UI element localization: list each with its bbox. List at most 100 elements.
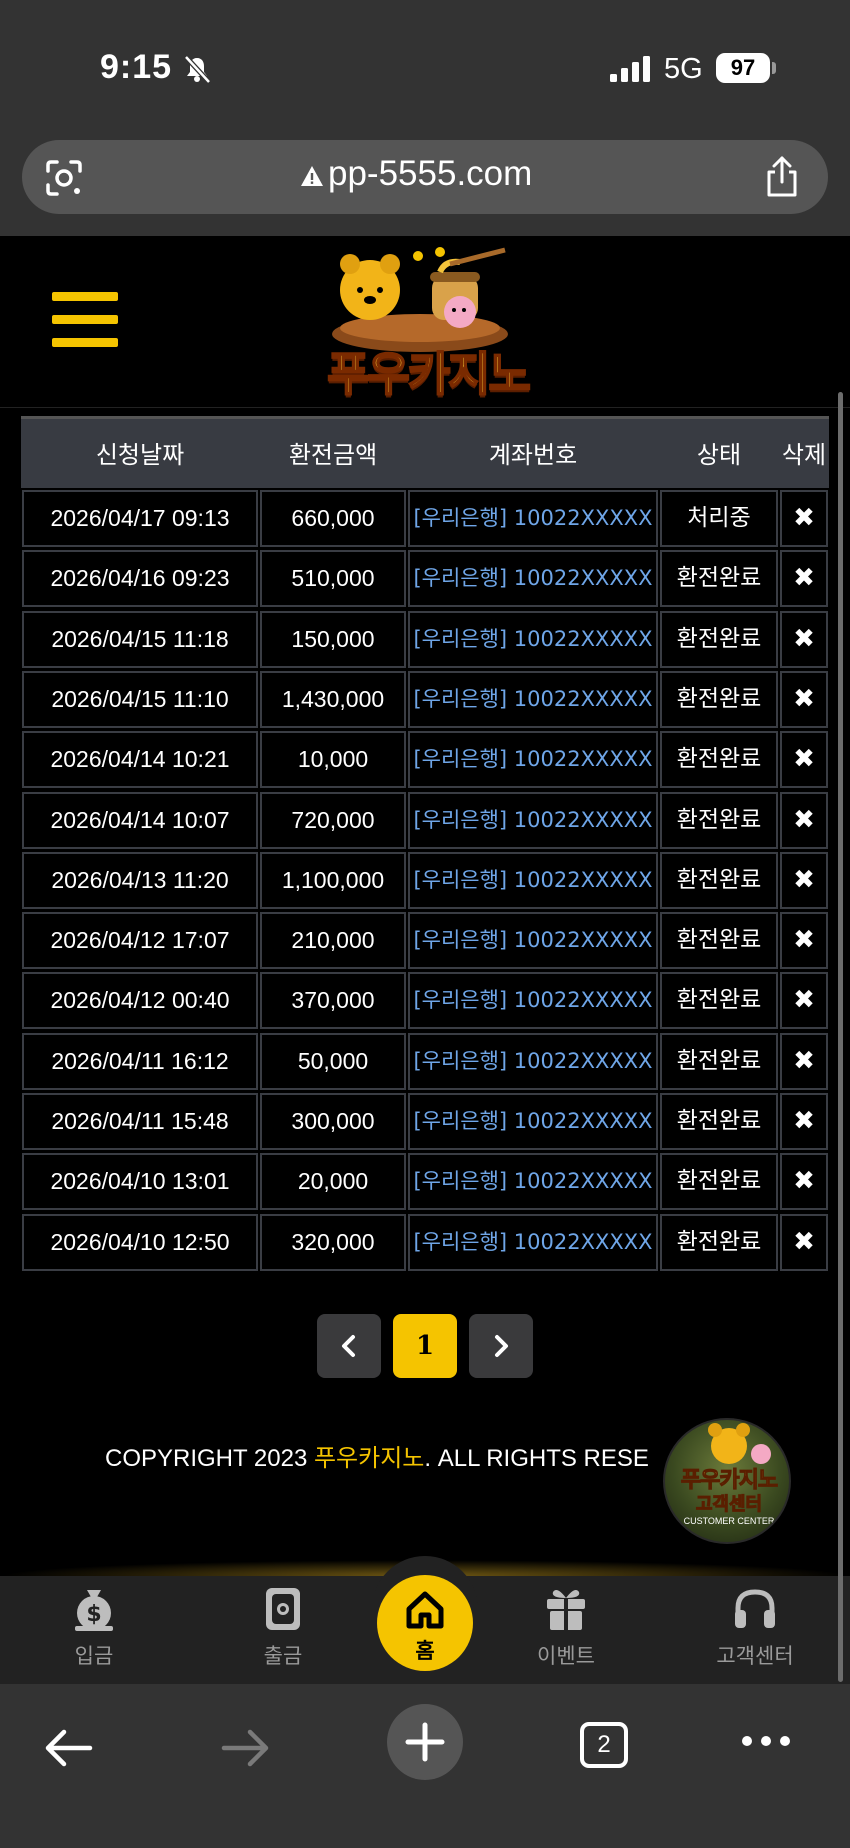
cell-date: 2026/04/15 11:10 [22, 670, 258, 728]
scrollbar[interactable] [838, 392, 843, 1682]
cell-delete: ✖ [780, 550, 828, 608]
delete-icon[interactable]: ✖ [793, 925, 815, 955]
hamburger-icon[interactable] [52, 292, 118, 348]
nav-support-label: 고객센터 [716, 1644, 794, 1668]
nav-withdraw[interactable]: 출금 [218, 1586, 348, 1676]
header-status: 상태 [696, 441, 742, 469]
cell-account[interactable]: [우리은행] 10022XXXXX [408, 731, 658, 789]
cell-account[interactable]: [우리은행] 10022XXXXX [408, 791, 658, 849]
cell-account[interactable]: [우리은행] 10022XXXXX [408, 912, 658, 970]
cell-account[interactable]: [우리은행] 10022XXXXX [408, 1093, 658, 1150]
delete-icon[interactable]: ✖ [793, 1046, 815, 1076]
delete-icon[interactable]: ✖ [793, 684, 815, 714]
nav-support[interactable]: 고객센터 [690, 1586, 820, 1676]
prev-page-button[interactable] [317, 1314, 381, 1378]
nav-deposit[interactable]: $ 입금 [29, 1586, 159, 1676]
cell-delete: ✖ [780, 1032, 828, 1090]
delete-icon[interactable]: ✖ [793, 744, 815, 774]
svg-text:$: $ [86, 1602, 101, 1627]
header-delete: 삭제 [781, 441, 827, 469]
url-text[interactable]: pp-5555.com [328, 154, 532, 194]
nav-event[interactable]: 이벤트 [501, 1586, 631, 1676]
cell-status: 환전완료 [660, 610, 778, 668]
status-bar: 9:15 5G 97 [0, 0, 850, 130]
delete-icon[interactable]: ✖ [793, 805, 815, 835]
cell-account[interactable]: [우리은행] 10022XXXXX [408, 1032, 658, 1090]
cell-date: 2026/04/13 11:20 [22, 851, 258, 909]
url-bar[interactable]: pp-5555.com [22, 140, 828, 214]
cell-date: 2026/04/12 00:40 [22, 972, 258, 1030]
cell-amount: 320,000 [260, 1213, 406, 1271]
cell-date: 2026/04/11 15:48 [22, 1093, 258, 1150]
more-icon[interactable] [740, 1734, 792, 1748]
cell-amount: 50,000 [260, 1032, 406, 1090]
cell-status: 환전완료 [660, 1153, 778, 1211]
next-page-button[interactable] [469, 1314, 533, 1378]
customer-center-badge[interactable]: 푸우카지노 고객센터 CUSTOMER CENTER [663, 1418, 791, 1544]
table-row: 2026/04/15 11:10 1,430,000 [우리은행] 10022XXX… [21, 670, 829, 731]
home-icon [406, 1591, 444, 1629]
cell-amount: 510,000 [260, 550, 406, 608]
table-row: 2026/04/15 11:18 150,000 [우리은행] 10022XXXXX… [21, 610, 829, 671]
delete-icon[interactable]: ✖ [793, 1227, 815, 1257]
cell-amount: 10,000 [260, 731, 406, 789]
browser-toolbar: 2 [0, 1684, 850, 1848]
site-logo[interactable]: 푸우카지노 [300, 242, 550, 402]
cell-account[interactable]: [우리은행] 10022XXXXX [408, 1213, 658, 1271]
nav-home-label: 홈 [415, 1639, 435, 1663]
cell-delete: ✖ [780, 912, 828, 970]
logo-art [332, 247, 508, 352]
table-row: 2026/04/10 12:50 320,000 [우리은행] 10022XXXXX… [21, 1213, 829, 1274]
cell-account[interactable]: [우리은행] 10022XXXXX [408, 851, 658, 909]
cell-delete: ✖ [780, 1153, 828, 1211]
chevron-left-icon [342, 1335, 355, 1357]
copyright-suffix: . ALL RIGHTS RESE [424, 1445, 649, 1472]
nav-withdraw-label: 출금 [263, 1644, 303, 1668]
cell-delete: ✖ [780, 670, 828, 728]
cell-account[interactable]: [우리은행] 10022XXXXX [408, 490, 658, 547]
cell-amount: 150,000 [260, 610, 406, 668]
cell-date: 2026/04/15 11:18 [22, 610, 258, 668]
delete-icon[interactable]: ✖ [793, 624, 815, 654]
forward-arrow-icon[interactable] [220, 1728, 272, 1768]
page-number-button[interactable]: 1 [393, 1314, 457, 1378]
cell-status: 환전완료 [660, 731, 778, 789]
cell-date: 2026/04/16 09:23 [22, 550, 258, 608]
cell-status: 환전완료 [660, 1093, 778, 1150]
cell-status: 처리중 [660, 490, 778, 547]
cell-account[interactable]: [우리은행] 10022XXXXX [408, 610, 658, 668]
lens-icon[interactable] [44, 159, 84, 197]
cell-delete: ✖ [780, 1213, 828, 1271]
delete-icon[interactable]: ✖ [793, 563, 815, 593]
cell-date: 2026/04/14 10:21 [22, 731, 258, 789]
delete-icon[interactable]: ✖ [793, 985, 815, 1015]
share-icon[interactable] [764, 156, 800, 198]
copyright-prefix: COPYRIGHT 2023 [105, 1445, 314, 1472]
cell-status: 환전완료 [660, 670, 778, 728]
battery-level: 97 [716, 53, 770, 83]
cell-status: 환전완료 [660, 1213, 778, 1271]
cell-account[interactable]: [우리은행] 10022XXXXX [408, 972, 658, 1030]
delete-icon[interactable]: ✖ [793, 865, 815, 895]
delete-icon[interactable]: ✖ [793, 503, 815, 533]
nav-event-label: 이벤트 [537, 1644, 595, 1668]
delete-icon[interactable]: ✖ [793, 1106, 815, 1136]
cell-account[interactable]: [우리은행] 10022XXXXX [408, 1153, 658, 1211]
tab-count-button[interactable]: 2 [580, 1722, 628, 1768]
gift-icon [547, 1590, 585, 1630]
network-type: 5G [664, 53, 703, 85]
cell-date: 2026/04/11 16:12 [22, 1032, 258, 1090]
cell-amount: 720,000 [260, 791, 406, 849]
cell-account[interactable]: [우리은행] 10022XXXXX [408, 670, 658, 728]
delete-icon[interactable]: ✖ [793, 1166, 815, 1196]
browser-url-area: pp-5555.com [0, 130, 850, 236]
nav-home[interactable]: 홈 [377, 1575, 473, 1671]
cell-account[interactable]: [우리은행] 10022XXXXX [408, 550, 658, 608]
new-tab-button[interactable] [387, 1704, 463, 1780]
back-arrow-icon[interactable] [42, 1728, 94, 1768]
site-header: 푸우카지노 [0, 236, 850, 408]
cell-status: 환전완료 [660, 550, 778, 608]
cell-date: 2026/04/14 10:07 [22, 791, 258, 849]
cell-amount: 1,430,000 [260, 670, 406, 728]
table-row: 2026/04/10 13:01 20,000 [우리은행] 10022XXXXX 환… [21, 1153, 829, 1213]
